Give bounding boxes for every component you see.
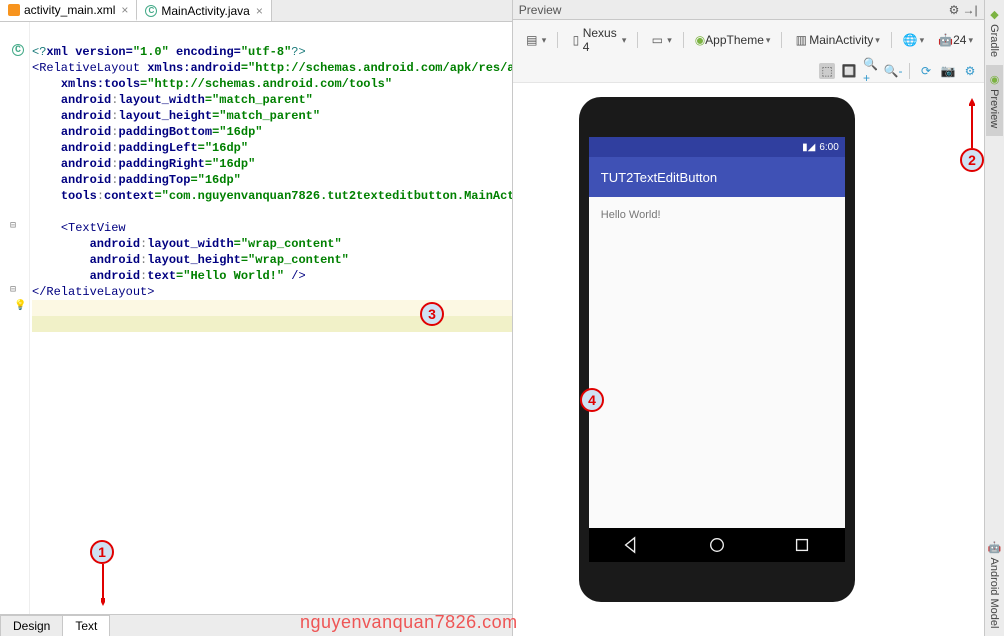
- device-frame: ▮◢ 6:00 TUT2TextEditButton Hello World!: [579, 97, 855, 602]
- separator: [909, 63, 910, 79]
- tab-label: activity_main.xml: [24, 3, 115, 17]
- settings-icon[interactable]: ⚙: [962, 63, 978, 79]
- api-selector[interactable]: 🤖24▾: [933, 30, 978, 50]
- preview-icon: ◉: [988, 73, 1000, 86]
- fold-handle-icon[interactable]: ⊟: [10, 284, 16, 296]
- activity-selector[interactable]: ▥MainActivity▾: [788, 29, 885, 51]
- preview-toolbar: ▤▾ ▯Nexus 4▾ ▭▾ ◉AppTheme▾ ▥MainActivity…: [513, 20, 984, 60]
- device-selector[interactable]: ▯Nexus 4▾: [564, 23, 631, 57]
- editor-gutter: C ⊟ ⊟ 💡: [0, 22, 30, 614]
- android-icon: 🤖: [988, 541, 1000, 554]
- theme-selector[interactable]: ◉AppTheme▾: [690, 30, 776, 50]
- separator: [891, 32, 892, 48]
- zoom-in-icon[interactable]: 🔍+: [863, 63, 879, 79]
- code-content: <?xml version="1.0" encoding="utf-8"?> <…: [32, 28, 512, 316]
- screenshot-icon[interactable]: 📷: [940, 63, 956, 79]
- nav-home-icon: [708, 536, 726, 554]
- hello-text: Hello World!: [601, 209, 661, 221]
- refresh-icon[interactable]: ⟳: [918, 63, 934, 79]
- annotation-marker-3: 3: [420, 302, 444, 326]
- annotation-marker-2: 2: [960, 148, 984, 172]
- tab-design[interactable]: Design: [0, 615, 63, 636]
- signal-icon: ▮◢: [802, 142, 815, 153]
- orientation-icon: ▭: [649, 32, 665, 48]
- minimize-icon[interactable]: →|: [962, 2, 978, 18]
- arrow-down-icon: [101, 564, 105, 610]
- class-gutter-icon: C: [12, 44, 24, 56]
- android-icon: 🤖: [938, 33, 953, 47]
- select-tool-icon[interactable]: ⬚: [819, 63, 835, 79]
- gradle-icon: ◆: [988, 8, 1000, 21]
- device-screen: ▮◢ 6:00 TUT2TextEditButton Hello World!: [589, 137, 845, 562]
- editor-tabs: activity_main.xml × C MainActivity.java …: [0, 0, 512, 22]
- locale-selector[interactable]: 🌐▾: [898, 30, 929, 50]
- nav-back-icon: [622, 536, 640, 554]
- nav-bar: [589, 528, 845, 562]
- device-icon: ▯: [569, 32, 583, 48]
- gear-icon[interactable]: ⚙: [946, 2, 962, 18]
- xml-file-icon: [8, 4, 20, 16]
- orientation-selector[interactable]: ▭▾: [644, 29, 677, 51]
- page-icon: ▤: [524, 32, 540, 48]
- fold-handle-icon[interactable]: ⊟: [10, 220, 16, 232]
- app-title: TUT2TextEditButton: [601, 170, 717, 185]
- preview-panel-header: Preview ⚙ →|: [513, 0, 984, 20]
- app-content: Hello World!: [589, 197, 845, 233]
- tab-activity-main-xml[interactable]: activity_main.xml ×: [0, 0, 137, 21]
- side-tab-preview[interactable]: ◉ Preview: [986, 65, 1003, 136]
- right-tool-stripe: ◆ Gradle ◉ Preview 🤖 Android Model: [984, 0, 1004, 636]
- theme-icon: ◉: [695, 33, 705, 47]
- annotation-marker-1: 1: [90, 540, 114, 564]
- close-icon[interactable]: ×: [256, 4, 263, 18]
- nav-recent-icon: [793, 536, 811, 554]
- separator: [637, 32, 638, 48]
- lightbulb-icon[interactable]: 💡: [14, 300, 26, 312]
- status-bar: ▮◢ 6:00: [589, 137, 845, 157]
- zoom-out-icon[interactable]: 🔍-: [885, 63, 901, 79]
- activity-icon: ▥: [793, 32, 809, 48]
- separator: [557, 32, 558, 48]
- arrow-up-icon: [969, 98, 975, 148]
- side-tab-gradle[interactable]: ◆ Gradle: [986, 0, 1003, 65]
- preview-canvas: ▮◢ 6:00 TUT2TextEditButton Hello World!: [513, 82, 984, 636]
- tab-text[interactable]: Text: [62, 615, 110, 636]
- new-config-dropdown[interactable]: ▤▾: [519, 29, 552, 51]
- globe-icon: 🌐: [903, 33, 918, 47]
- watermark-text: nguyenvanquan7826.com: [300, 612, 518, 633]
- annotation-marker-4: 4: [580, 388, 604, 412]
- preview-title: Preview: [519, 3, 946, 17]
- close-icon[interactable]: ×: [121, 3, 128, 17]
- status-time: 6:00: [819, 142, 838, 153]
- tab-label: MainActivity.java: [161, 4, 249, 18]
- preview-zoom-toolbar: ⬚ 🔲 🔍+ 🔍- ⟳ 📷 ⚙: [513, 60, 984, 82]
- tab-mainactivity-java[interactable]: C MainActivity.java ×: [137, 0, 272, 21]
- java-class-icon: C: [145, 5, 157, 17]
- zoom-fit-icon[interactable]: 🔲: [841, 63, 857, 79]
- side-tab-android-model[interactable]: 🤖 Android Model: [986, 533, 1003, 636]
- separator: [781, 32, 782, 48]
- app-bar: TUT2TextEditButton: [589, 157, 845, 197]
- separator: [683, 32, 684, 48]
